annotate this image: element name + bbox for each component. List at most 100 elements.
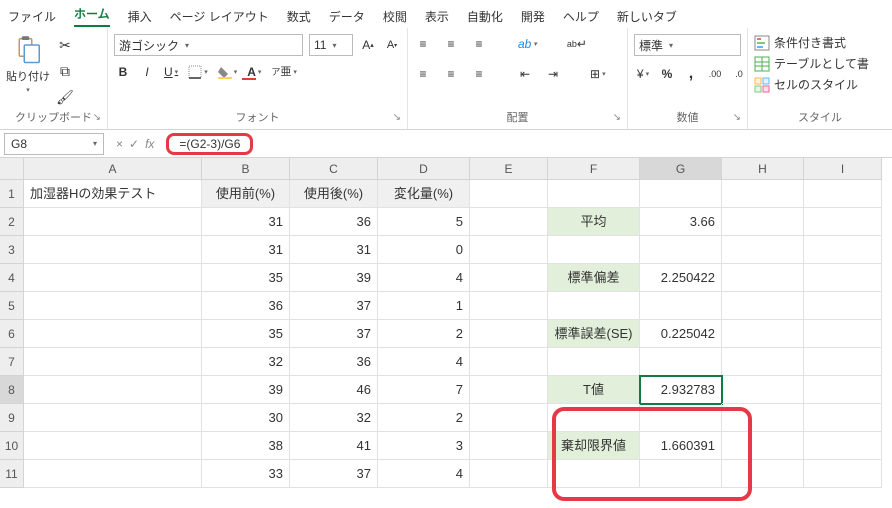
menu-file[interactable]: ファイル (8, 8, 56, 25)
decrease-indent-icon[interactable]: ⇤ (516, 64, 534, 84)
cell[interactable] (640, 404, 722, 432)
menu-view[interactable]: 表示 (425, 8, 449, 25)
cell[interactable] (470, 348, 548, 376)
row-header[interactable]: 11 (0, 460, 24, 488)
cell[interactable]: 2 (378, 404, 470, 432)
row-header[interactable]: 10 (0, 432, 24, 460)
cell[interactable]: 37 (290, 292, 378, 320)
cell[interactable] (548, 348, 640, 376)
cell[interactable]: 33 (202, 460, 290, 488)
cell[interactable] (548, 180, 640, 208)
comma-icon[interactable]: , (682, 64, 700, 84)
cell[interactable] (24, 320, 202, 348)
decrease-decimal-icon[interactable]: .0 (730, 64, 748, 84)
cell[interactable]: 使用前(%) (202, 180, 290, 208)
cell[interactable] (470, 460, 548, 488)
cell[interactable]: T値 (548, 376, 640, 404)
align-middle-icon[interactable]: ≡ (442, 34, 460, 54)
cell[interactable] (24, 404, 202, 432)
cell[interactable]: 5 (378, 208, 470, 236)
cell[interactable] (804, 236, 882, 264)
cell[interactable]: 36 (202, 292, 290, 320)
select-all-corner[interactable] (0, 158, 24, 180)
cell[interactable]: 32 (290, 404, 378, 432)
cell[interactable] (470, 180, 548, 208)
cell[interactable]: 39 (290, 264, 378, 292)
col-header[interactable]: B (202, 158, 290, 180)
col-header[interactable]: I (804, 158, 882, 180)
cell[interactable]: 1 (378, 292, 470, 320)
cell[interactable]: 2.250422 (640, 264, 722, 292)
bold-button[interactable]: B (114, 62, 132, 82)
col-header[interactable]: C (290, 158, 378, 180)
align-launcher-icon[interactable]: ↘ (613, 111, 621, 125)
cell[interactable] (640, 236, 722, 264)
cell[interactable] (804, 460, 882, 488)
col-header[interactable]: D (378, 158, 470, 180)
cell[interactable] (722, 320, 804, 348)
cell[interactable] (24, 208, 202, 236)
name-box[interactable]: G8▾ (4, 133, 104, 155)
cell-styles-button[interactable]: セルのスタイル (754, 76, 869, 93)
cell[interactable]: 31 (202, 236, 290, 264)
cell[interactable]: 0 (378, 236, 470, 264)
fx-icon[interactable]: fx (145, 137, 154, 151)
percent-icon[interactable]: % (658, 64, 676, 84)
format-painter-icon[interactable]: 🖌 (56, 88, 74, 106)
cell[interactable] (470, 432, 548, 460)
cell-selected[interactable]: 2.932783 (640, 376, 722, 404)
cell[interactable] (24, 376, 202, 404)
cell[interactable]: 38 (202, 432, 290, 460)
align-bottom-icon[interactable]: ≡ (470, 34, 488, 54)
merge-cells-icon[interactable]: ⊞ (588, 64, 608, 84)
cell[interactable]: 41 (290, 432, 378, 460)
font-name-combo[interactable]: 游ゴシック▾ (114, 34, 303, 56)
cell[interactable]: 2 (378, 320, 470, 348)
cell[interactable] (24, 264, 202, 292)
formula-enter-icon[interactable]: ✓ (129, 137, 139, 151)
cell[interactable] (804, 264, 882, 292)
align-right-icon[interactable]: ≡ (470, 64, 488, 84)
cell[interactable]: 加湿器Hの効果テスト (24, 180, 202, 208)
menu-newtab[interactable]: 新しいタブ (617, 8, 677, 25)
cell[interactable] (24, 348, 202, 376)
cell[interactable] (470, 320, 548, 348)
copy-icon[interactable]: ⧉ (56, 62, 74, 80)
border-button[interactable] (186, 62, 210, 82)
italic-button[interactable]: I (138, 62, 156, 82)
paste-label[interactable]: 貼り付け (6, 68, 50, 84)
cell[interactable]: 棄却限界値 (548, 432, 640, 460)
cell[interactable]: 0.225042 (640, 320, 722, 348)
col-header[interactable]: E (470, 158, 548, 180)
menu-review[interactable]: 校閲 (383, 8, 407, 25)
cell[interactable] (24, 236, 202, 264)
cell[interactable] (722, 208, 804, 236)
cell[interactable]: 35 (202, 264, 290, 292)
col-header[interactable]: H (722, 158, 804, 180)
menu-insert[interactable]: 挿入 (128, 8, 152, 25)
menu-data[interactable]: データ (329, 8, 365, 25)
menu-pagelayout[interactable]: ページ レイアウト (170, 8, 269, 25)
cell[interactable]: 37 (290, 460, 378, 488)
cell[interactable] (640, 292, 722, 320)
row-header[interactable]: 6 (0, 320, 24, 348)
conditional-format-button[interactable]: 条件付き書式 (754, 34, 869, 51)
cell[interactable] (24, 460, 202, 488)
col-header[interactable]: G (640, 158, 722, 180)
cell[interactable] (470, 292, 548, 320)
cell[interactable]: 4 (378, 348, 470, 376)
ruby-button[interactable]: ア亜 (269, 62, 299, 82)
row-header[interactable]: 7 (0, 348, 24, 376)
cell[interactable]: 3 (378, 432, 470, 460)
fill-color-button[interactable] (216, 62, 240, 82)
row-header[interactable]: 9 (0, 404, 24, 432)
cell[interactable] (804, 348, 882, 376)
spreadsheet-grid[interactable]: A B C D E F G H I 1 加湿器Hの効果テスト 使用前(%) 使用… (0, 158, 892, 488)
cell[interactable] (722, 404, 804, 432)
underline-button[interactable]: U (162, 62, 180, 82)
cell[interactable] (640, 348, 722, 376)
cell[interactable] (640, 180, 722, 208)
menu-home[interactable]: ホーム (74, 5, 110, 27)
number-launcher-icon[interactable]: ↘ (733, 111, 741, 125)
cell[interactable]: 7 (378, 376, 470, 404)
